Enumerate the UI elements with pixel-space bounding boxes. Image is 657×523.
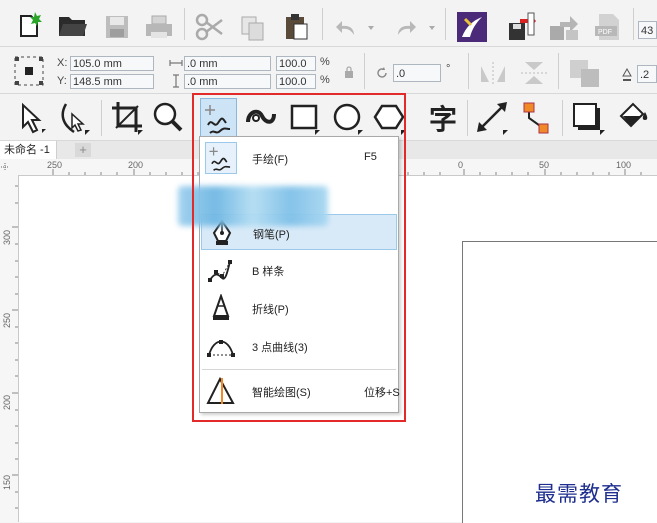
rotate-icon	[375, 66, 389, 80]
x-label: X:	[57, 57, 68, 69]
y-position-field[interactable]: 148.5 mm	[70, 74, 154, 89]
to-curves-icon[interactable]	[566, 56, 604, 90]
outline-width-field[interactable]: .2	[637, 65, 657, 83]
redo-icon[interactable]	[393, 17, 419, 39]
height-icon	[169, 74, 183, 88]
paste-icon[interactable]	[280, 12, 312, 42]
svg-text:PDF: PDF	[598, 29, 612, 36]
property-bar: X: 105.0 mm Y: 148.5 mm .0 mm .0 mm 100.…	[0, 47, 657, 94]
v-ruler-label: 250	[2, 313, 12, 329]
add-document-tab[interactable]: +	[75, 143, 91, 157]
redo-dropdown-icon[interactable]	[429, 26, 435, 30]
text-tool-icon[interactable]: 字	[423, 99, 463, 137]
outline-pen-icon	[620, 67, 634, 83]
mirror-vertical-icon[interactable]	[517, 57, 551, 89]
width-field[interactable]: .0 mm	[184, 56, 271, 71]
pick-tool-icon[interactable]	[16, 100, 48, 136]
publish-icon[interactable]	[547, 11, 581, 43]
undo-icon[interactable]	[333, 17, 359, 39]
lock-ratio-icon[interactable]	[342, 64, 356, 80]
shape-tool-icon[interactable]	[57, 99, 93, 137]
dimension-tool-icon[interactable]	[474, 99, 510, 137]
v-ruler-label: 300	[2, 230, 12, 246]
copy-icon[interactable]	[237, 13, 269, 43]
new-document-icon[interactable]	[14, 10, 46, 40]
highlight-frame	[192, 93, 406, 422]
mirror-horizontal-icon[interactable]	[476, 59, 510, 87]
scale-width-field[interactable]: 100.0	[276, 56, 316, 71]
object-origin-icon[interactable]	[12, 54, 46, 88]
height-field[interactable]: .0 mm	[184, 74, 271, 89]
publish-pdf-icon[interactable]: PDF	[592, 12, 626, 42]
crop-tool-icon[interactable]	[109, 99, 145, 137]
v-ruler-label: 200	[2, 395, 12, 411]
scale-height-field[interactable]: 100.0	[276, 74, 316, 89]
ruler-origin[interactable]	[0, 159, 19, 176]
document-tab[interactable]: 未命名 -1	[0, 141, 57, 159]
rotation-field[interactable]: .0	[393, 64, 441, 82]
save-icon[interactable]	[103, 14, 131, 40]
undo-dropdown-icon[interactable]	[368, 26, 374, 30]
interactive-fill-tool-icon[interactable]	[614, 97, 654, 137]
width-icon	[169, 57, 183, 69]
zoom-tool-icon[interactable]	[150, 99, 186, 137]
rotation-degree-label: °	[446, 63, 451, 75]
import-icon[interactable]	[455, 10, 489, 44]
connector-tool-icon[interactable]	[518, 99, 556, 137]
standard-toolbar: PDF 43	[0, 0, 657, 47]
export-icon[interactable]	[505, 11, 537, 43]
scale-width-percent: %	[320, 56, 330, 68]
watermark-text: 最需教育	[535, 482, 623, 506]
vertical-ruler[interactable]: 300 250 200 150	[0, 175, 19, 522]
y-label: Y:	[57, 75, 67, 87]
print-icon[interactable]	[143, 14, 175, 40]
drop-shadow-tool-icon[interactable]	[569, 99, 607, 137]
scale-height-percent: %	[320, 74, 330, 86]
open-folder-icon[interactable]	[56, 12, 90, 40]
cut-icon[interactable]	[193, 12, 225, 42]
v-ruler-label: 150	[2, 475, 12, 491]
x-position-field[interactable]: 105.0 mm	[70, 56, 154, 71]
zoom-level-field[interactable]: 43	[638, 21, 657, 39]
